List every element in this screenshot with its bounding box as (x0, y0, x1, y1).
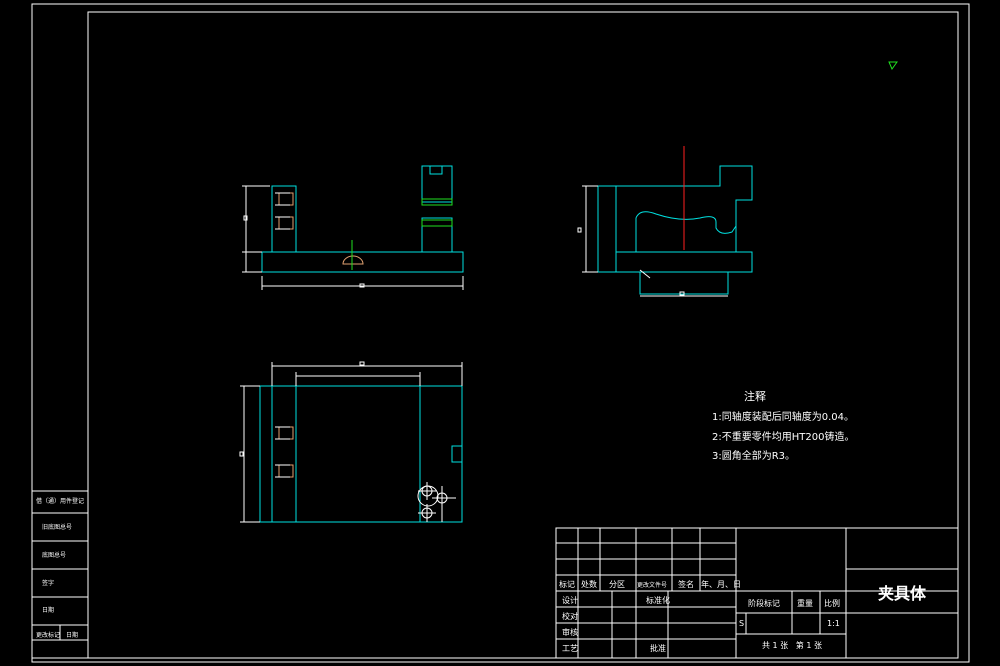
notes-heading: 注释 (744, 390, 766, 403)
tb-sheet-info: 共 1 张 第 1 张 (762, 641, 822, 650)
text-layer: 注释 1:同轴度装配后同轴度为0.04。 2:不重要零件均用HT200铸造。 3… (0, 0, 1000, 666)
tb-check: 校对 (562, 612, 578, 621)
tb-signature: 签名 (678, 580, 694, 589)
tb-approve: 批准 (650, 644, 666, 653)
tb-zone: 分区 (609, 580, 625, 589)
strip-label-change-mark: 更改标记 (36, 632, 61, 639)
tb-scale-value: 1:1 (827, 619, 840, 628)
tb-date: 年、月、日 (701, 580, 741, 589)
tb-weight: 重量 (797, 599, 813, 608)
tb-stage-mark: 阶段标记 (748, 599, 780, 608)
note-item-2: 2:不重要零件均用HT200铸造。 (712, 432, 855, 443)
note-item-3: 3:圆角全部为R3。 (712, 451, 796, 462)
tb-standardization: 标准化 (646, 596, 670, 605)
strip-label-borrowed: 借（通）用件登记 (36, 498, 85, 505)
tb-change-doc: 更改文件号 (637, 582, 668, 589)
tb-design: 设计 (562, 596, 578, 605)
tb-mark: 标记 (559, 580, 575, 589)
tb-process: 工艺 (562, 644, 578, 653)
note-item-1: 1:同轴度装配后同轴度为0.04。 (712, 412, 854, 423)
strip-label-date: 日期 (42, 607, 55, 614)
tb-review: 审核 (562, 628, 578, 637)
tb-count: 处数 (581, 580, 597, 589)
strip-label-drawing-no: 底图总号 (42, 552, 67, 559)
strip-label-sign: 签字 (42, 580, 55, 587)
drawing-title: 夹具体 (878, 584, 927, 603)
strip-label-old-drawing: 旧底图总号 (42, 524, 73, 531)
tb-stage-value: S (739, 619, 745, 628)
tb-scale: 比例 (824, 599, 840, 608)
strip-label-date-2: 日期 (66, 632, 79, 639)
